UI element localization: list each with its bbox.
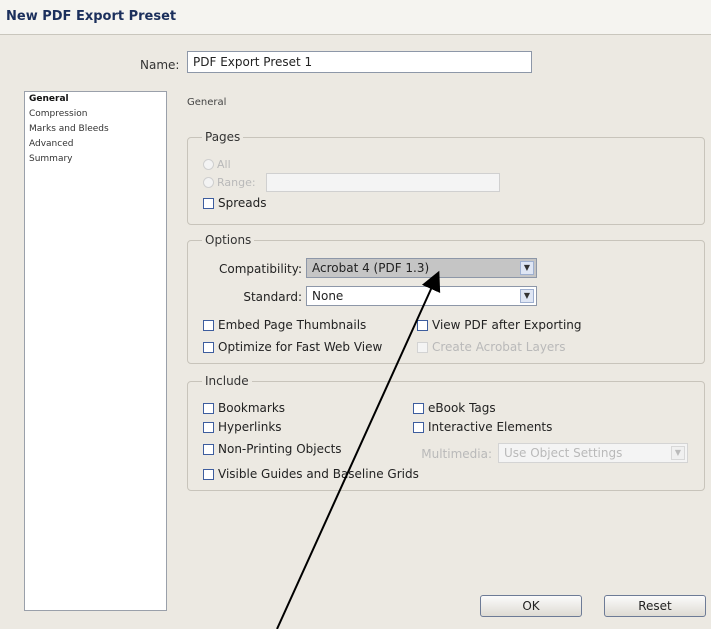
annotation-arrow: [276, 270, 441, 629]
